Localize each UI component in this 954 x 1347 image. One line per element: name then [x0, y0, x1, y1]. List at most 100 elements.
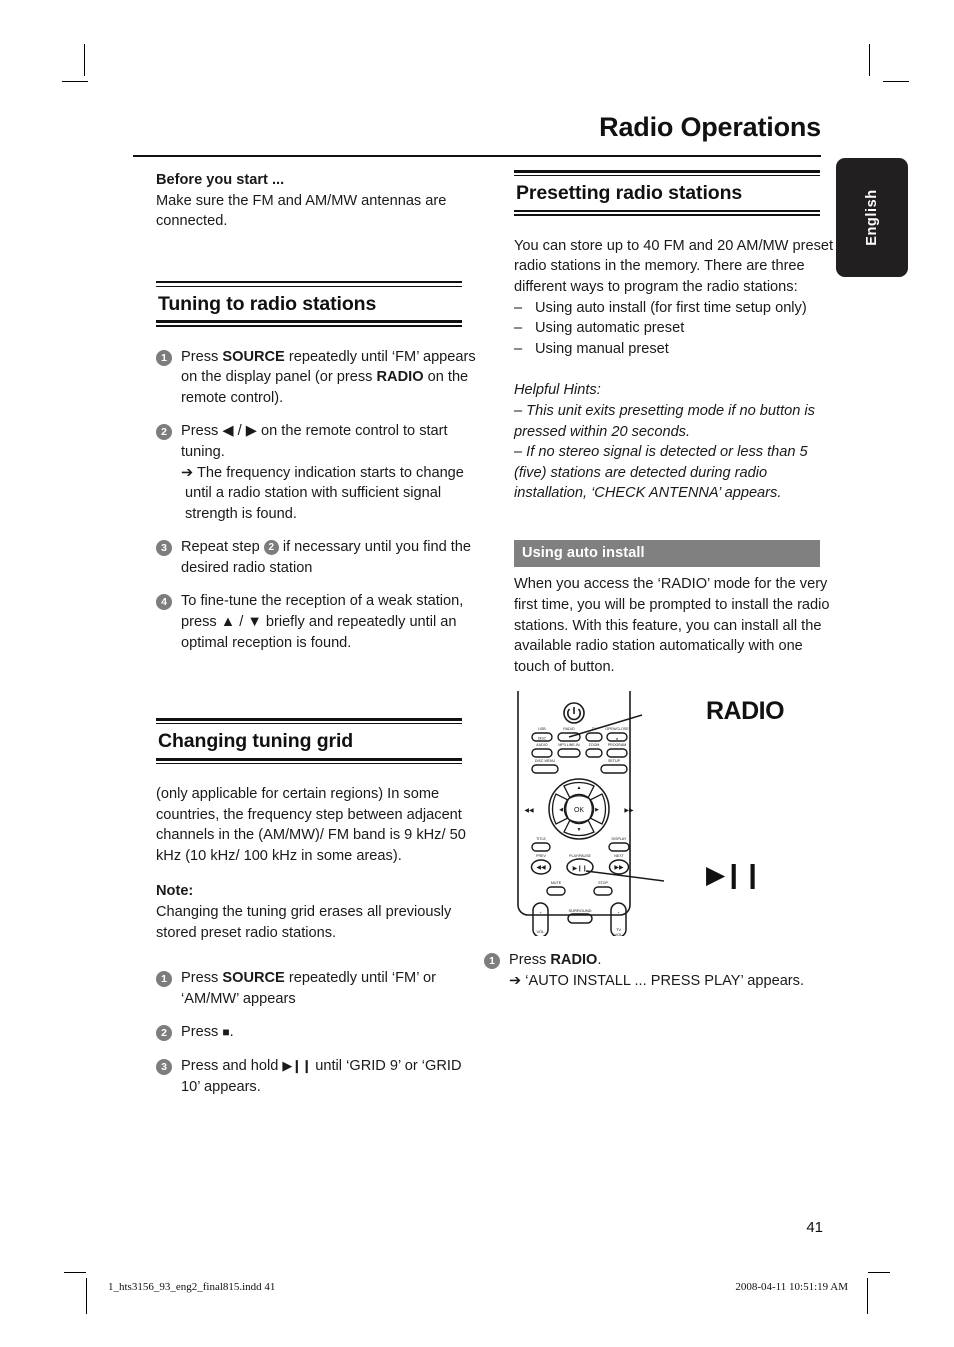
step-number: 3 — [156, 1058, 172, 1075]
svg-text:▲: ▲ — [615, 737, 618, 741]
callout-label-play-pause: ▶❙❙ — [706, 861, 763, 890]
helpful-hints-label: Helpful Hints: — [514, 382, 601, 399]
using-auto-install-bar: Using auto install — [514, 539, 820, 568]
helpful-hint-item: – If no stereo signal is detected or les… — [514, 444, 808, 502]
svg-text:VOL: VOL — [614, 932, 623, 936]
rule-thin — [514, 214, 820, 216]
svg-text:DISC: DISC — [538, 737, 547, 741]
footer-crop-bar-right — [867, 1278, 868, 1314]
svg-text:VOL: VOL — [536, 929, 545, 934]
step-number: 1 — [484, 953, 500, 970]
step-text-before: Press — [509, 952, 551, 969]
svg-text:▲: ▲ — [577, 785, 582, 791]
step-bold-source: SOURCE — [222, 348, 285, 365]
svg-text:▶❙❙: ▶❙❙ — [573, 865, 588, 872]
ok-button-label: OK — [574, 807, 584, 814]
svg-text:◀◀: ◀◀ — [524, 808, 534, 814]
presetting-bullet: – Using automatic preset — [514, 318, 834, 339]
presetting-bullet: – Using auto install (for first time set… — [514, 298, 834, 319]
callout-line-radio — [568, 714, 643, 739]
crop-mark-top-left-vertical — [84, 44, 85, 76]
helpful-hint-item: – This unit exits presetting mode if no … — [514, 402, 815, 440]
svg-text:ZOOM: ZOOM — [589, 743, 600, 747]
auto-install-body: When you access the ‘RADIO’ mode for the… — [514, 576, 830, 675]
footer-filename: 1_hts3156_93_eng2_final815.indd 41 — [108, 1281, 276, 1293]
svg-text:PREV: PREV — [536, 854, 546, 858]
dash-marker: – — [514, 340, 523, 357]
step-bold-radio: RADIO — [376, 369, 424, 386]
svg-text:MP3 LINE-IN: MP3 LINE-IN — [558, 743, 580, 747]
grid-step-2: 2 Press ■. — [156, 1022, 476, 1043]
presetting-section-heading: Presetting radio stations — [514, 170, 834, 216]
svg-text:STOP: STOP — [598, 881, 608, 885]
tuning-step-4: 4 To fine-tune the reception of a weak s… — [156, 591, 476, 653]
step-text-before: Press — [181, 1024, 223, 1041]
grid-note-label: Note: — [156, 883, 194, 900]
svg-text:DISPLAY: DISPLAY — [612, 837, 628, 841]
before-you-start-heading: Before you start ... — [156, 172, 285, 188]
step-text-part: Press — [181, 970, 223, 987]
footer-crop-rule-right — [868, 1272, 890, 1273]
before-you-start-body: Make sure the FM and AM/MW antennas are … — [156, 192, 447, 230]
step-number: 2 — [156, 1025, 172, 1042]
presetting-heading-text: Presetting radio stations — [516, 182, 743, 205]
svg-text:USB: USB — [538, 727, 546, 731]
rule-thick — [156, 280, 462, 284]
presetting-body: You can store up to 40 FM and 20 AM/MW p… — [514, 237, 834, 295]
footer-crop-bar-left — [86, 1278, 87, 1314]
svg-text:PLAY/PAUSE: PLAY/PAUSE — [569, 854, 591, 858]
svg-text:AUDIO: AUDIO — [536, 743, 548, 747]
svg-text:MUTE: MUTE — [551, 881, 562, 885]
auto-install-step-1: 1 Press RADIO. ➔ ‘AUTO INSTALL ... PRESS… — [484, 950, 834, 991]
page-title: Radio Operations — [599, 112, 821, 142]
inline-step-number: 2 — [263, 540, 279, 556]
svg-text:▶▶: ▶▶ — [624, 808, 634, 814]
crop-mark-top-left-horizontal — [62, 81, 88, 82]
step-text: Press ◀ / ▶ on the remote control to sta… — [181, 423, 448, 460]
before-you-start-block: Before you start ... Make sure the FM an… — [156, 170, 476, 232]
callout-label-radio: RADIO — [706, 697, 785, 726]
grid-step-1: 1 Press SOURCE repeatedly until ‘FM’ or … — [156, 968, 476, 1009]
svg-text:▶▶: ▶▶ — [614, 865, 624, 871]
dash-marker: – — [514, 320, 523, 337]
svg-text:SETUP: SETUP — [608, 759, 621, 763]
step-number: 1 — [156, 349, 172, 366]
step-number: 3 — [156, 540, 172, 557]
step-text-before: Press and hold — [181, 1057, 283, 1074]
step-text-part: Press — [181, 348, 223, 365]
language-tab-label: English — [864, 189, 880, 246]
svg-text:NEXT: NEXT — [614, 854, 624, 858]
svg-text:PROGRAM: PROGRAM — [608, 743, 627, 747]
stop-icon: ■ — [222, 1025, 230, 1040]
tuning-heading-text: Tuning to radio stations — [158, 292, 377, 315]
presetting-bullet: – Using manual preset — [514, 339, 834, 360]
rule-thick — [156, 718, 462, 721]
left-column: Before you start ... Make sure the FM an… — [156, 170, 476, 1110]
rule-thick — [156, 757, 462, 761]
presetting-bullet-label: Using manual preset — [535, 340, 669, 357]
svg-text:◀◀: ◀◀ — [536, 865, 546, 871]
presetting-bullet-label: Using auto install (for first time setup… — [535, 299, 807, 316]
tuning-step-2: 2 Press ◀ / ▶ on the remote control to s… — [156, 421, 476, 524]
crop-mark-top-right-vertical — [869, 44, 870, 76]
rule-thick — [514, 209, 820, 213]
play-pause-icon: ▶❙❙ — [282, 1057, 312, 1073]
header-rule — [133, 155, 821, 157]
step-result: ➔ ‘AUTO INSTALL ... PRESS PLAY’ appears. — [509, 973, 805, 990]
step-bold-radio: RADIO — [550, 952, 598, 969]
grid-step-3: 3 Press and hold ▶❙❙ until ‘GRID 9’ or ‘… — [156, 1056, 476, 1097]
rule-thick — [514, 170, 820, 173]
remote-control-figure: USB RADIO TV OPEN/CLOSE DISC ▲ AUDIO MP3… — [514, 691, 824, 937]
step-result: ➔ The frequency indication starts to cha… — [181, 464, 464, 522]
step-text-before: Repeat step — [181, 539, 264, 556]
step-number: 4 — [156, 594, 172, 611]
power-button-icon — [563, 702, 585, 725]
svg-text:▶: ▶ — [595, 807, 599, 813]
tuning-section-heading: Tuning to radio stations — [156, 280, 476, 327]
rule-thick — [156, 320, 462, 324]
page-number: 41 — [806, 1219, 823, 1236]
rule-thin — [156, 325, 462, 327]
tuning-step-3: 3 Repeat step 2 if necessary until you f… — [156, 537, 476, 578]
language-tab: English — [836, 158, 908, 277]
svg-text:◀: ◀ — [559, 807, 563, 813]
